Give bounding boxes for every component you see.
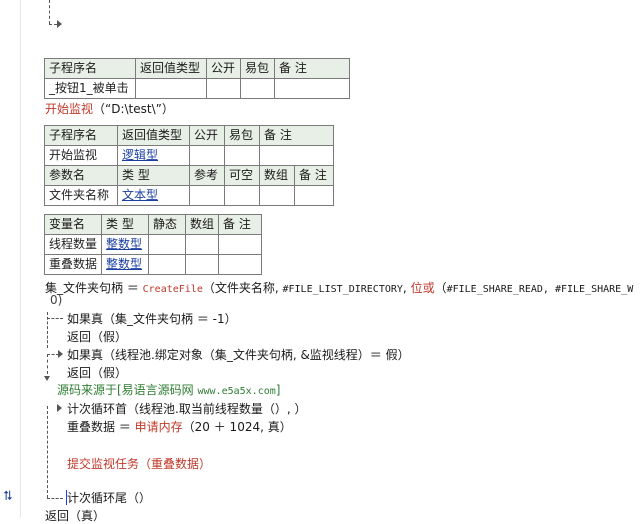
paren: （ [434,281,447,295]
code-line-alloc[interactable]: 重叠数据 ＝ 申请内存（20 ＋ 1024, 真） [67,419,292,435]
return-statement: 返回（假） [67,366,128,380]
header-reference: 参考 [189,165,225,186]
param-name-cell[interactable]: 文件夹名称 [44,185,118,206]
code-line-return2[interactable]: 返回（假） [67,365,127,381]
var-type-cell[interactable]: 整数型 [101,234,150,255]
constant: #FILE_LIST_DIRECTORY [282,284,403,295]
code-line-return-true[interactable]: 返回（真） [45,508,105,524]
header-param-name: 参数名 [44,165,118,186]
header-public: 公开 [206,58,241,79]
note-cell[interactable] [274,78,350,99]
header-sub-name: 子程序名 [44,58,136,79]
var-name-cell[interactable]: 线程数量 [43,234,103,255]
alloc-args: （20 ＋ 1024, 真） [182,420,292,434]
header-epackage: 易包 [224,125,260,146]
header-epackage: 易包 [240,58,275,79]
func-bitor: 位或 [410,281,435,295]
public-cell[interactable] [189,145,225,166]
comment-end: ] [275,383,281,397]
header-return-type: 返回值类型 [117,125,190,146]
loop-end: 计次循环尾（） [67,491,152,505]
header-return-type: 返回值类型 [135,58,207,79]
note-cell[interactable] [218,234,263,255]
if-statement: 如果真（集_文件夹句柄 ＝ -1） [67,312,237,326]
flow-guide [49,24,57,25]
flow-guide [47,354,59,355]
flow-guide [47,406,48,498]
reference-cell[interactable] [189,185,225,206]
note-cell[interactable] [259,145,334,166]
assign-target: 重叠数据 ＝ [67,420,135,434]
return-type-cell[interactable]: 逻辑型 [117,145,190,166]
var-type-cell[interactable]: 整数型 [101,254,150,275]
code-line-return1[interactable]: 返回（假） [67,329,127,345]
comment-url: www.e5a5x.com [197,386,276,397]
header-var-type: 类 型 [101,214,150,235]
called-func: 开始监视 [45,102,94,116]
constant: #FILE_SHARE_READ, #FILE_SHARE_W [446,284,634,295]
separator: , [402,281,411,295]
code-line-call[interactable]: 开始监视（“D:\test\”） [45,101,174,117]
sub-name-cell[interactable]: 开始监视 [44,145,118,166]
flow-arrow-icon [57,20,62,28]
flow-guide [47,354,48,374]
nullable-cell[interactable] [224,185,260,206]
if-statement: 如果真（线程池.绑定对象（集_文件夹句柄, &监视线程）＝ 假） [67,348,410,362]
return-type-cell[interactable] [135,78,207,99]
static-cell[interactable] [148,254,187,275]
call-args: （“D:\test\”） [93,102,174,116]
code-line-comment[interactable]: 源码来源于[易语言源码网 www.e5a5x.com] [57,382,280,400]
array-cell[interactable] [185,234,220,255]
flow-guide [47,498,63,499]
public-cell[interactable] [206,78,241,99]
editor-gutter [0,0,21,518]
flow-guide [49,0,50,24]
header-param-type: 类 型 [117,165,190,186]
header-sub-name: 子程序名 [44,125,118,146]
local-variable-table: 变量名 类 型 静态 数组 备 注 线程数量 整数型 重叠数据 整数型 [43,214,263,275]
flow-arrow-icon [57,404,62,412]
header-var-name: 变量名 [43,214,103,235]
submit-task: 提交监视任务（重叠数据） [67,457,212,471]
static-cell[interactable] [148,234,187,255]
sub-name-cell[interactable]: _按钮1_被单击 [44,78,136,99]
param-type-cell[interactable]: 文本型 [117,185,190,206]
header-nullable: 可空 [224,165,260,186]
array-cell[interactable] [185,254,220,275]
header-param-note: 备 注 [294,165,334,186]
swap-arrows-icon[interactable]: ⮁ [2,489,12,504]
subroutine-table-button-click: 子程序名 返回值类型 公开 易包 备 注 _按钮1_被单击 [44,58,350,99]
code-line-loop-end[interactable]: 计次循环尾（） [67,490,151,506]
header-note: 备 注 [259,125,334,146]
header-note: 备 注 [274,58,350,79]
flow-guide [47,318,63,319]
flow-arrow-icon [44,376,50,381]
loop-start: 计次循环首（线程池.取当前线程数量（）, ） [67,402,307,416]
code-line-loop-start[interactable]: 计次循环首（线程池.取当前线程数量（）, ） [67,401,306,417]
param-note-cell[interactable] [294,185,334,206]
comment-text: 源码来源于[易语言源码网 [57,383,198,397]
epackage-cell[interactable] [224,145,260,166]
subroutine-table-start-monitor: 子程序名 返回值类型 公开 易包 备 注 开始监视 逻辑型 参数名 类 型 参考… [44,125,334,206]
alloc-func: 申请内存 [134,420,183,434]
note-cell[interactable] [218,254,263,275]
return-statement: 返回（真） [45,509,106,523]
code-line-wrap: 0) [50,292,62,308]
code-line-createfile[interactable]: 集_文件夹句柄 ＝ CreateFile（文件夹名称, #FILE_LIST_D… [45,280,633,298]
return-statement: 返回（假） [67,330,128,344]
header-note: 备 注 [218,214,263,235]
api-func: CreateFile [142,284,203,295]
header-static: 静态 [148,214,187,235]
header-array: 数组 [185,214,220,235]
epackage-cell[interactable] [240,78,275,99]
array-cell[interactable] [259,185,295,206]
var-name-cell[interactable]: 重叠数据 [43,254,103,275]
args-start: （文件夹名称, [202,281,283,295]
code-line-if2[interactable]: 如果真（线程池.绑定对象（集_文件夹句柄, &监视线程）＝ 假） [67,347,410,363]
wrap-text: 0) [50,293,63,307]
header-public: 公开 [189,125,225,146]
code-line-submit[interactable]: 提交监视任务（重叠数据） [67,456,211,472]
code-line-if1[interactable]: 如果真（集_文件夹句柄 ＝ -1） [67,311,237,327]
header-array: 数组 [259,165,295,186]
